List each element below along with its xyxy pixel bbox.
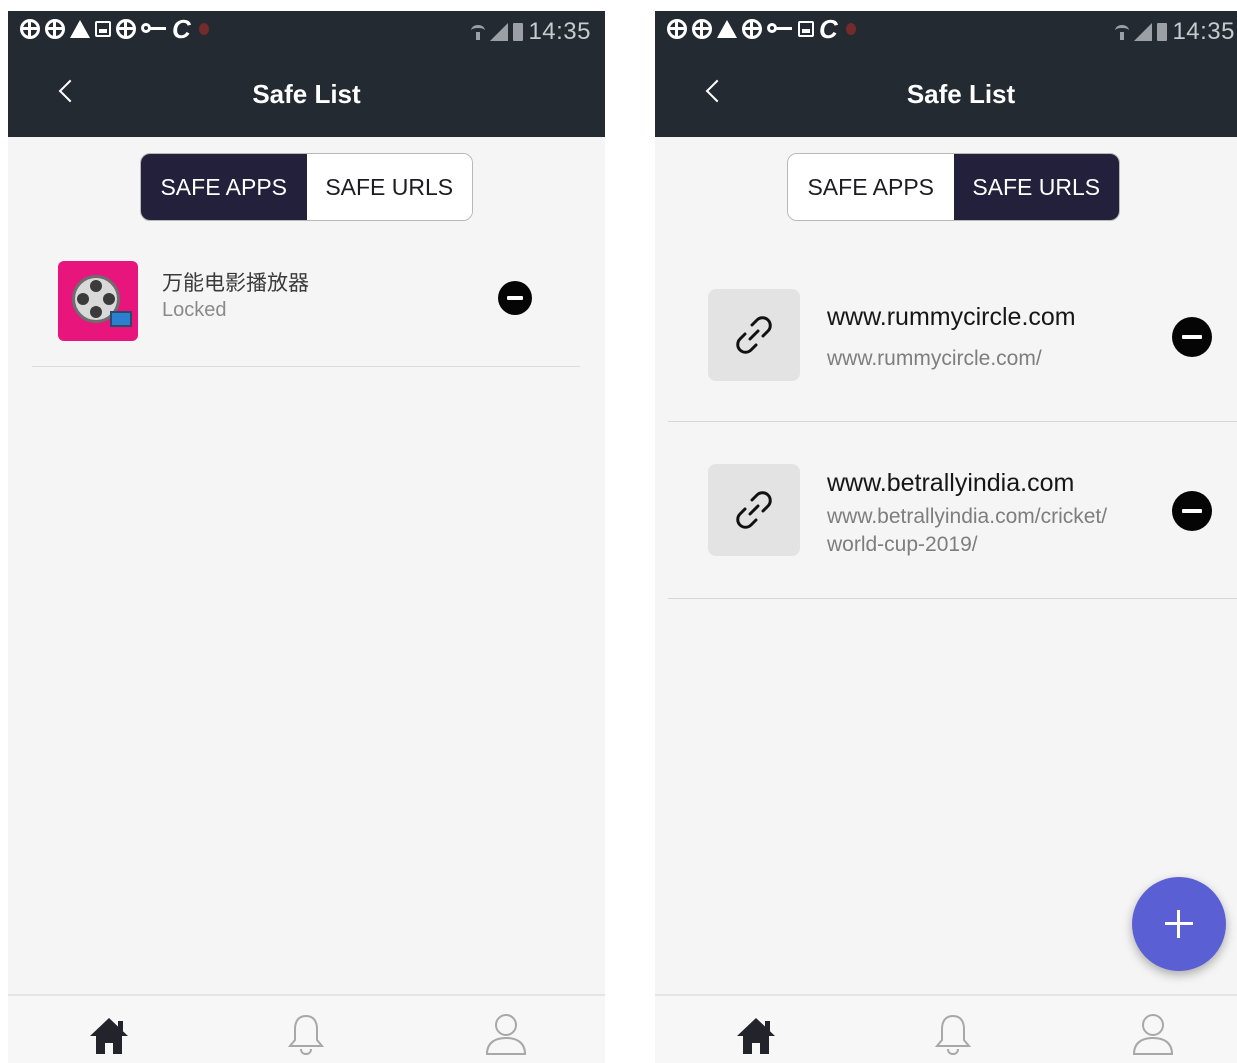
status-time: 14:35 — [1172, 18, 1235, 45]
warning-icon — [717, 20, 737, 38]
battery-icon — [513, 23, 524, 41]
circle-plus-icon — [667, 19, 687, 39]
battery-icon — [1157, 23, 1168, 41]
remove-button[interactable] — [1172, 317, 1212, 357]
url-address: www.betrallyindia.com/cricket/ world-cup… — [827, 505, 1108, 556]
safe-list-tabs: SAFE APPS SAFE URLS — [140, 153, 473, 221]
notification-icons: C — [667, 14, 856, 44]
system-indicators: 14:35 — [471, 18, 591, 46]
c-icon: C — [819, 14, 838, 44]
link-icon — [708, 464, 800, 556]
bottom-nav — [655, 994, 1237, 1063]
wifi-icon — [1115, 23, 1130, 41]
tab-safe-urls[interactable]: SAFE URLS — [953, 154, 1119, 220]
movie-reel-icon — [58, 261, 138, 341]
list-item[interactable]: www.betrallyindia.com www.betrallyindia.… — [668, 423, 1237, 599]
red-dot-icon — [846, 23, 856, 35]
bell-icon — [287, 1014, 325, 1056]
picture-icon — [798, 21, 814, 37]
status-time: 14:35 — [528, 18, 591, 45]
remove-button[interactable] — [1172, 491, 1212, 531]
circle-plus-icon — [20, 19, 40, 39]
home-icon — [737, 1018, 775, 1054]
url-title: www.rummycircle.com — [827, 303, 1076, 331]
signal-icon — [1134, 23, 1153, 41]
status-bar: C 14:35 — [655, 11, 1237, 49]
wifi-icon — [471, 23, 486, 41]
nav-notifications[interactable] — [933, 1012, 977, 1056]
nav-home[interactable] — [86, 1012, 130, 1056]
notification-icons: C — [20, 14, 209, 44]
tab-safe-apps[interactable]: SAFE APPS — [788, 154, 954, 220]
safe-list-tabs: SAFE APPS SAFE URLS — [787, 153, 1120, 221]
status-bar: C 14:35 — [8, 11, 605, 49]
app-name: 万能电影播放器 — [162, 271, 309, 295]
url-address: www.rummycircle.com/ — [827, 347, 1042, 370]
nav-home[interactable] — [733, 1012, 777, 1056]
list-item[interactable]: www.rummycircle.com www.rummycircle.com/ — [668, 243, 1237, 422]
app-bar: Safe List — [655, 49, 1237, 137]
user-icon — [1132, 1014, 1174, 1055]
safe-apps-screen: C 14:35 Safe List SAFE APPS SAFE URLS 万能… — [8, 11, 605, 1063]
page-title: Safe List — [252, 79, 361, 109]
circle-plus-icon — [45, 19, 65, 39]
signal-icon — [490, 23, 509, 41]
nav-notifications[interactable] — [286, 1012, 330, 1056]
tab-safe-apps[interactable]: SAFE APPS — [141, 154, 307, 220]
circle-plus-icon — [742, 19, 762, 39]
circle-plus-icon — [116, 19, 136, 39]
remove-button[interactable] — [498, 281, 532, 315]
app-status: Locked — [162, 299, 227, 321]
nav-profile[interactable] — [484, 1012, 528, 1056]
key-icon — [767, 19, 793, 39]
list-item[interactable]: 万能电影播放器 Locked — [32, 243, 580, 367]
key-icon — [141, 19, 167, 39]
system-indicators: 14:35 — [1115, 18, 1235, 46]
warning-icon — [70, 20, 90, 38]
add-url-button[interactable] — [1132, 877, 1226, 971]
tab-safe-urls[interactable]: SAFE URLS — [306, 154, 472, 220]
bell-icon — [934, 1014, 972, 1056]
nav-profile[interactable] — [1131, 1012, 1175, 1056]
red-dot-icon — [199, 23, 209, 35]
safe-urls-screen: C 14:35 Safe List SAFE APPS SAFE URLS ww… — [655, 11, 1237, 1063]
picture-icon — [95, 21, 111, 37]
app-bar: Safe List — [8, 49, 605, 137]
bottom-nav — [8, 994, 605, 1063]
c-icon: C — [172, 14, 191, 44]
link-icon — [708, 289, 800, 381]
circle-plus-icon — [692, 19, 712, 39]
home-icon — [90, 1018, 128, 1054]
user-icon — [485, 1014, 527, 1055]
page-title: Safe List — [906, 79, 1016, 109]
url-title: www.betrallyindia.com — [827, 469, 1075, 497]
